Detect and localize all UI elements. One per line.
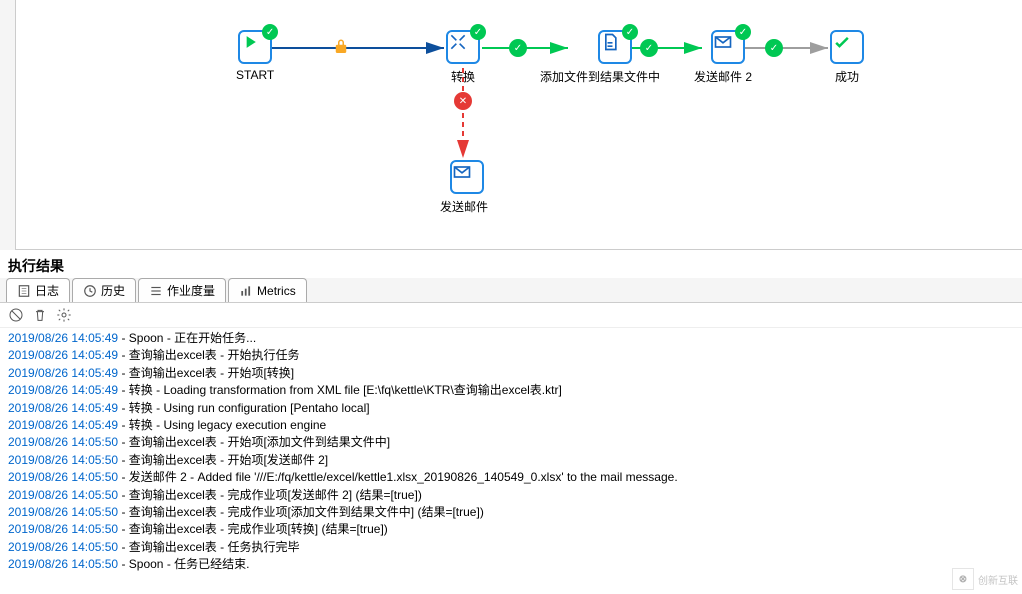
- arrow-layer: [0, 0, 1022, 250]
- log-timestamp: 2019/08/26 14:05:50: [8, 453, 118, 467]
- tab-metrics[interactable]: Metrics: [228, 278, 307, 302]
- log-timestamp: 2019/08/26 14:05:50: [8, 522, 118, 536]
- log-output[interactable]: 2019/08/26 14:05:49 - Spoon - 正在开始任务...2…: [0, 328, 1022, 588]
- log-timestamp: 2019/08/26 14:05:49: [8, 348, 118, 362]
- log-message: 转换 - Using run configuration [Pentaho lo…: [129, 401, 370, 415]
- log-timestamp: 2019/08/26 14:05:50: [8, 505, 118, 519]
- tab-history[interactable]: 历史: [72, 278, 136, 302]
- workflow-canvas[interactable]: ✓ ✓ ✓ ✕ ✓ START ✓ 转换 ✓ 添加文件到结果文件中 ✓ 发送邮件…: [0, 0, 1022, 250]
- log-line: 2019/08/26 14:05:49 - 转换 - Using run con…: [8, 400, 1014, 417]
- log-message: 查询输出excel表 - 完成作业项[发送邮件 2] (结果=[true]): [129, 488, 422, 502]
- log-timestamp: 2019/08/26 14:05:50: [8, 557, 118, 571]
- log-line: 2019/08/26 14:05:50 - 查询输出excel表 - 完成作业项…: [8, 504, 1014, 521]
- hop-check-icon: ✓: [765, 39, 783, 57]
- log-message: Spoon - 任务已经结束.: [129, 557, 250, 571]
- log-message: Spoon - 正在开始任务...: [129, 331, 256, 345]
- metrics-icon: [239, 284, 253, 298]
- node-success[interactable]: 成功: [830, 30, 864, 85]
- status-ok-icon: ✓: [622, 24, 638, 40]
- tab-job-metrics[interactable]: 作业度量: [138, 278, 226, 302]
- clear-log-button[interactable]: [8, 307, 24, 323]
- log-timestamp: 2019/08/26 14:05:49: [8, 418, 118, 432]
- node-label: 发送邮件: [440, 198, 488, 215]
- watermark: ⊗ 创新互联: [952, 568, 1018, 590]
- status-ok-icon: ✓: [262, 24, 278, 40]
- node-send-mail-2[interactable]: ✓ 发送邮件 2: [704, 30, 752, 85]
- log-message: 转换 - Loading transformation from XML fil…: [129, 383, 562, 397]
- hop-error-icon: ✕: [454, 92, 472, 110]
- node-label: 成功: [830, 68, 864, 85]
- node-send-mail[interactable]: 发送邮件: [446, 160, 488, 215]
- tab-log[interactable]: 日志: [6, 278, 70, 302]
- hop-check-icon: ✓: [509, 39, 527, 57]
- log-message: 查询输出excel表 - 任务执行完毕: [129, 540, 300, 554]
- log-message: 查询输出excel表 - 完成作业项[转换] (结果=[true]): [129, 522, 388, 536]
- node-label: 发送邮件 2: [694, 68, 752, 85]
- tab-label: 作业度量: [167, 282, 215, 299]
- node-label: 转换: [446, 68, 480, 85]
- status-ok-icon: ✓: [735, 24, 751, 40]
- log-line: 2019/08/26 14:05:49 - 查询输出excel表 - 开始项[转…: [8, 365, 1014, 382]
- log-message: 发送邮件 2 - Added file '///E:/fq/kettle/exc…: [129, 470, 678, 484]
- log-timestamp: 2019/08/26 14:05:49: [8, 383, 118, 397]
- log-line: 2019/08/26 14:05:50 - 查询输出excel表 - 开始项[发…: [8, 452, 1014, 469]
- settings-button[interactable]: [56, 307, 72, 323]
- log-message: 查询输出excel表 - 开始项[添加文件到结果文件中]: [129, 435, 390, 449]
- log-line: 2019/08/26 14:05:49 - 查询输出excel表 - 开始执行任…: [8, 347, 1014, 364]
- log-timestamp: 2019/08/26 14:05:50: [8, 435, 118, 449]
- list-icon: [149, 284, 163, 298]
- log-line: 2019/08/26 14:05:50 - 发送邮件 2 - Added fil…: [8, 469, 1014, 486]
- log-timestamp: 2019/08/26 14:05:49: [8, 366, 118, 380]
- log-timestamp: 2019/08/26 14:05:50: [8, 540, 118, 554]
- log-message: 转换 - Using legacy execution engine: [129, 418, 326, 432]
- log-message: 查询输出excel表 - 完成作业项[添加文件到结果文件中] (结果=[true…: [129, 505, 484, 519]
- results-tabs: 日志 历史 作业度量 Metrics: [0, 278, 1022, 303]
- log-line: 2019/08/26 14:05:50 - 查询输出excel表 - 开始项[添…: [8, 434, 1014, 451]
- log-toolbar: [0, 303, 1022, 328]
- log-timestamp: 2019/08/26 14:05:50: [8, 488, 118, 502]
- tab-label: 日志: [35, 282, 59, 299]
- tab-label: 历史: [101, 282, 125, 299]
- node-label: 添加文件到结果文件中: [540, 68, 660, 85]
- log-timestamp: 2019/08/26 14:05:49: [8, 331, 118, 345]
- node-transform[interactable]: ✓ 转换: [446, 30, 480, 85]
- delete-button[interactable]: [32, 307, 48, 323]
- watermark-text: 创新互联: [978, 572, 1018, 587]
- node-add-file[interactable]: ✓ 添加文件到结果文件中: [570, 30, 660, 85]
- log-line: 2019/08/26 14:05:49 - Spoon - 正在开始任务...: [8, 330, 1014, 347]
- history-icon: [83, 284, 97, 298]
- log-icon: [17, 284, 31, 298]
- node-label: START: [236, 68, 274, 82]
- log-timestamp: 2019/08/26 14:05:49: [8, 401, 118, 415]
- node-start[interactable]: ✓ START: [236, 30, 274, 82]
- log-line: 2019/08/26 14:05:49 - 转换 - Using legacy …: [8, 417, 1014, 434]
- watermark-logo-icon: ⊗: [952, 568, 974, 590]
- status-ok-icon: ✓: [470, 24, 486, 40]
- log-message: 查询输出excel表 - 开始项[转换]: [129, 366, 294, 380]
- log-message: 查询输出excel表 - 开始执行任务: [129, 348, 300, 362]
- log-timestamp: 2019/08/26 14:05:50: [8, 470, 118, 484]
- tab-label: Metrics: [257, 284, 296, 298]
- log-line: 2019/08/26 14:05:50 - 查询输出excel表 - 任务执行完…: [8, 539, 1014, 556]
- log-line: 2019/08/26 14:05:50 - 查询输出excel表 - 完成作业项…: [8, 521, 1014, 538]
- results-title: 执行结果: [0, 250, 1022, 278]
- log-message: 查询输出excel表 - 开始项[发送邮件 2]: [129, 453, 328, 467]
- log-line: 2019/08/26 14:05:49 - 转换 - Loading trans…: [8, 382, 1014, 399]
- log-line: 2019/08/26 14:05:50 - 查询输出excel表 - 完成作业项…: [8, 487, 1014, 504]
- log-line: 2019/08/26 14:05:50 - Spoon - 任务已经结束.: [8, 556, 1014, 573]
